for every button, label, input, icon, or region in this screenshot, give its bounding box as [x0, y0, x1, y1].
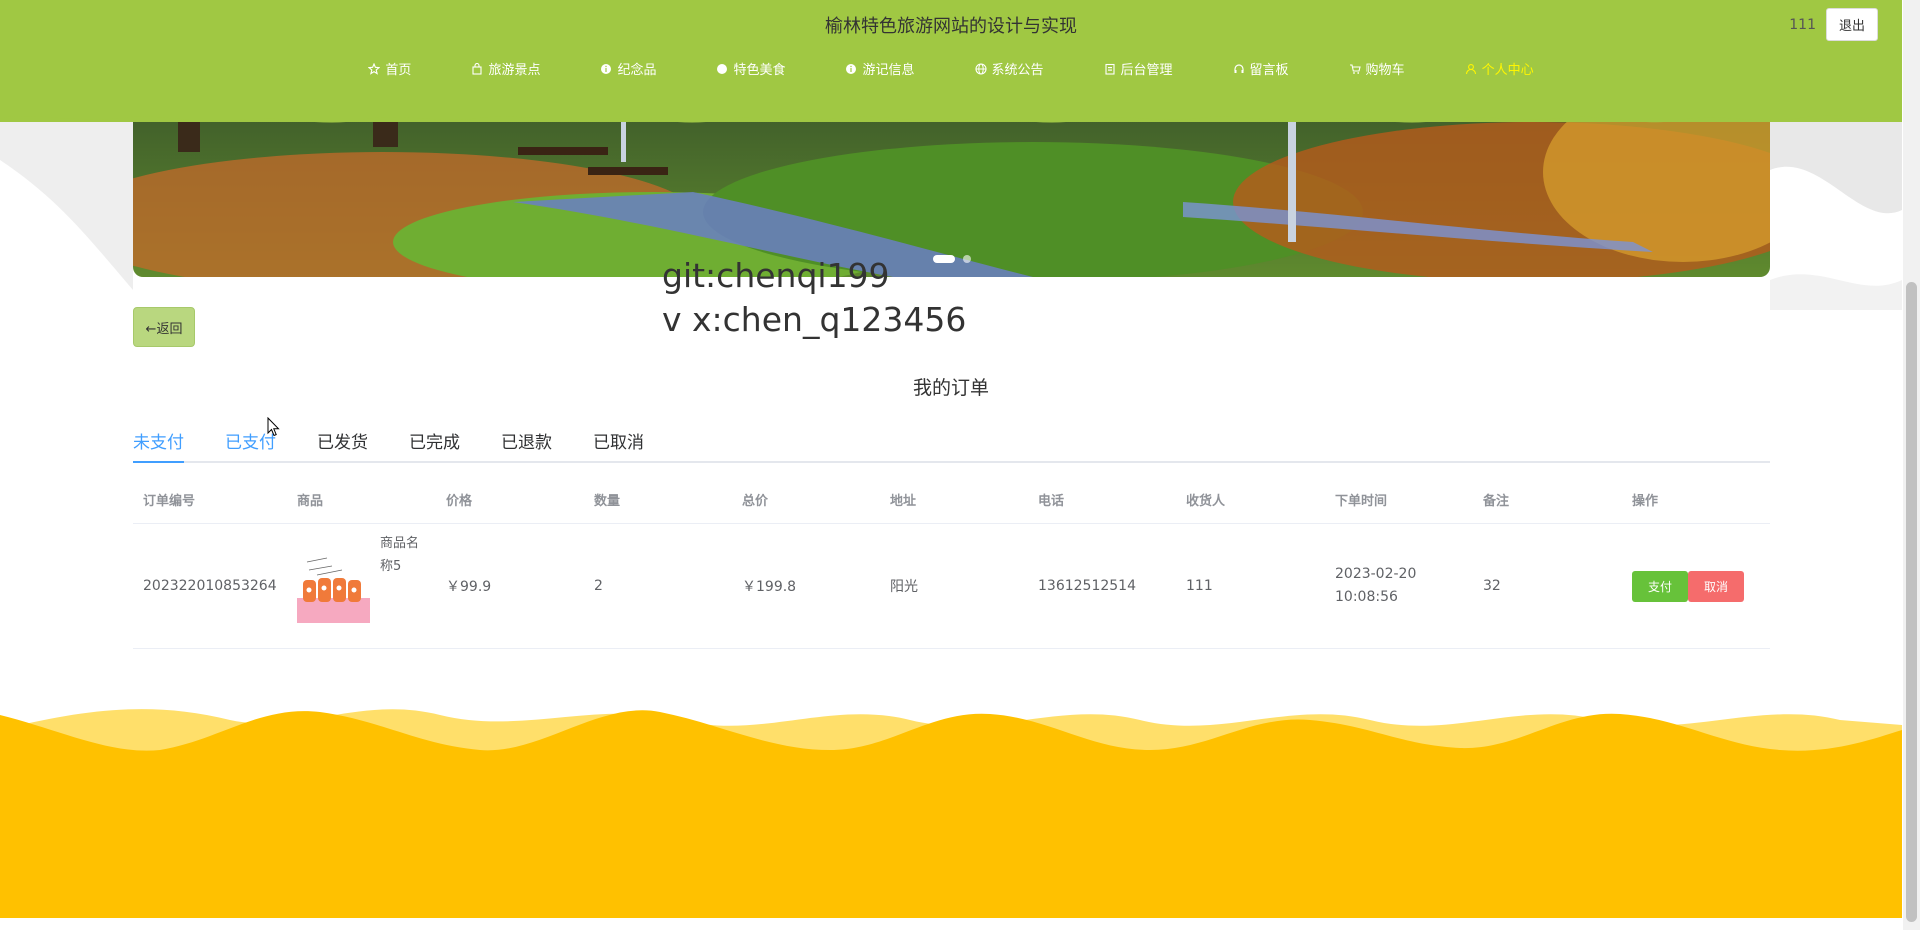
nav-item-admin[interactable]: 后台管理	[1104, 59, 1173, 78]
nav-item-food[interactable]: 特色美食	[716, 59, 785, 78]
scrollbar-thumb[interactable]	[1906, 282, 1917, 922]
nav-item-souvenirs[interactable]: 纪念品	[600, 59, 656, 78]
nav-item-attractions[interactable]: 旅游景点	[471, 59, 540, 78]
nav-label: 留言板	[1249, 63, 1289, 78]
pay-button[interactable]: 支付	[1632, 570, 1688, 602]
table-header: 订单编号 商品 价格 数量 总价 地址 电话 收货人 下单时间 备注 操作	[133, 475, 1770, 524]
header-receiver: 收货人	[1186, 493, 1226, 509]
site-title: 榆林特色旅游网站的设计与实现	[825, 16, 1077, 37]
headset-icon	[1233, 63, 1244, 73]
header-order-time: 下单时间	[1335, 493, 1388, 509]
circle-icon	[717, 63, 728, 74]
nav-label: 个人中心	[1481, 63, 1534, 78]
nav-label: 首页	[385, 63, 412, 78]
table-row: 202322010853264 商品名称5 ￥99.9 2 ￥199.8 阳光 …	[133, 524, 1770, 649]
tab-completed[interactable]: 已完成	[409, 428, 460, 461]
nav-label: 特色美食	[733, 63, 786, 78]
nav-label: 系统公告	[991, 63, 1044, 78]
back-button[interactable]: ←返回	[133, 307, 195, 347]
user-icon	[1465, 63, 1476, 74]
nav-label: 购物车	[1365, 63, 1405, 78]
top-header: 榆林特色旅游网站的设计与实现 111 退出 首页 旅游景点 纪念品 特色美食 游…	[0, 0, 1902, 123]
nav-item-travelogue[interactable]: 游记信息	[845, 59, 915, 78]
cancel-button[interactable]: 取消	[1688, 570, 1744, 602]
goods-name: 商品名称5	[380, 535, 420, 574]
goods-cell: 商品名称5	[287, 536, 436, 623]
nav-item-announcements[interactable]: 系统公告	[974, 59, 1044, 78]
watermark-line-1: git:chenqi199	[662, 256, 890, 295]
mouse-cursor-icon	[267, 417, 280, 437]
nav-item-message-board[interactable]: 留言板	[1233, 59, 1289, 78]
order-status-tabs: 未支付 已支付 已发货 已完成 已退款 已取消	[133, 428, 1770, 463]
info-icon	[846, 63, 857, 74]
footer-waves	[0, 709, 1902, 918]
tab-shipped[interactable]: 已发货	[317, 428, 368, 461]
info-icon	[601, 63, 612, 74]
nav-label: 纪念品	[617, 63, 657, 78]
order-time: 2023-02-20 10:08:56	[1335, 566, 1417, 605]
main-nav: 首页 旅游景点 纪念品 特色美食 游记信息 系统公告 后台管理 留言板 购物车 …	[0, 59, 1902, 78]
nav-item-cart[interactable]: 购物车	[1349, 59, 1405, 78]
nav-label: 旅游景点	[488, 63, 541, 78]
header-actions: 操作	[1632, 493, 1659, 509]
bag-icon	[472, 62, 482, 75]
globe-icon	[974, 62, 987, 75]
address: 阳光	[890, 579, 918, 595]
order-id: 202322010853264	[143, 578, 277, 594]
cart-icon	[1349, 63, 1361, 74]
header-goods: 商品	[297, 493, 324, 509]
header-order-id: 订单编号	[143, 493, 196, 509]
username: 111	[1789, 16, 1816, 33]
nav-item-personal-center[interactable]: 个人中心	[1465, 59, 1534, 78]
building-icon	[1104, 63, 1115, 75]
nav-label: 后台管理	[1120, 63, 1173, 78]
header-price: 价格	[446, 493, 473, 509]
receiver: 111	[1186, 578, 1213, 594]
note: 32	[1483, 578, 1501, 594]
orders-table: 订单编号 商品 价格 数量 总价 地址 电话 收货人 下单时间 备注 操作 20…	[133, 475, 1770, 649]
user-area: 111 退出	[1789, 8, 1878, 41]
star-icon	[368, 62, 381, 75]
goods-thumbnail	[297, 549, 370, 623]
header-address: 地址	[890, 493, 917, 509]
header-quantity: 数量	[594, 493, 621, 509]
header-note: 备注	[1483, 493, 1510, 509]
page-scrollbar[interactable]	[1903, 0, 1920, 930]
tab-unpaid[interactable]: 未支付	[133, 428, 184, 463]
header-total: 总价	[742, 493, 769, 509]
quantity: 2	[594, 578, 603, 594]
tab-refunded[interactable]: 已退款	[501, 428, 552, 461]
logout-button[interactable]: 退出	[1825, 8, 1878, 41]
price: ￥99.9	[446, 579, 492, 595]
total-price: ￥199.8	[742, 579, 797, 595]
nav-item-home[interactable]: 首页	[368, 59, 411, 78]
phone: 13612512514	[1038, 578, 1136, 594]
header-phone: 电话	[1038, 493, 1065, 509]
nav-label: 游记信息	[862, 63, 915, 78]
watermark: git:chenqi199 v x:chen_q123456	[662, 254, 966, 342]
header-wave	[0, 108, 1902, 123]
tab-cancelled[interactable]: 已取消	[593, 428, 644, 461]
actions-cell: 支付 取消	[1622, 570, 1770, 602]
page-title: 我的订单	[912, 377, 989, 399]
watermark-line-2: v x:chen_q123456	[662, 300, 967, 339]
